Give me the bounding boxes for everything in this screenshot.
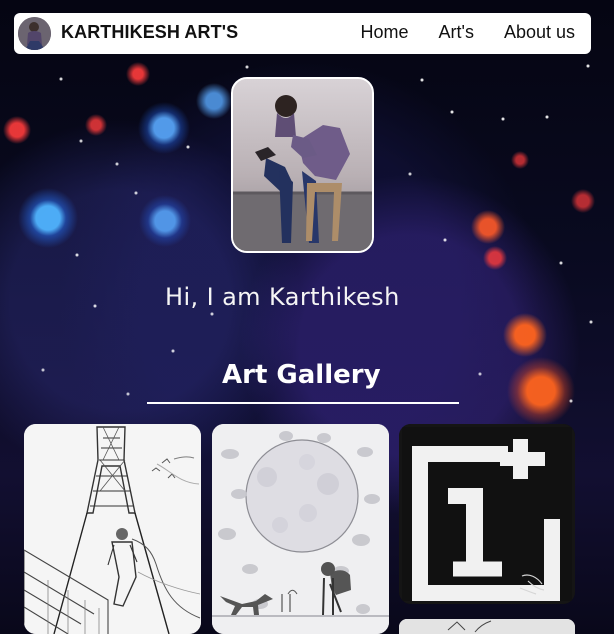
nav-home[interactable]: Home bbox=[360, 22, 408, 43]
gallery-title: Art Gallery bbox=[222, 360, 381, 390]
main-navigation: Home Art's About us bbox=[360, 22, 575, 43]
eiffel-sketch-image bbox=[24, 424, 201, 634]
gallery-divider bbox=[147, 402, 459, 404]
moon-sketch-image bbox=[212, 424, 389, 634]
art-card-moon[interactable] bbox=[212, 424, 389, 634]
brand-title[interactable]: KARTHIKESH ART'S bbox=[61, 22, 238, 43]
top-navigation-bar: KARTHIKESH ART'S Home Art's About us bbox=[14, 13, 591, 54]
hero-greeting: Hi, I am Karthikesh bbox=[165, 283, 400, 311]
profile-photo bbox=[231, 77, 374, 253]
nav-arts[interactable]: Art's bbox=[439, 22, 474, 43]
avatar-portrait-icon bbox=[18, 17, 51, 50]
art-card-logo[interactable] bbox=[399, 424, 575, 604]
brand-avatar[interactable] bbox=[18, 17, 51, 50]
profile-photo-image bbox=[233, 79, 372, 251]
art-card-partial[interactable] bbox=[399, 619, 575, 634]
art-card-eiffel[interactable] bbox=[24, 424, 201, 634]
nav-about-us[interactable]: About us bbox=[504, 22, 575, 43]
partial-artwork-image bbox=[399, 619, 575, 634]
logo-painting-image bbox=[399, 424, 575, 604]
